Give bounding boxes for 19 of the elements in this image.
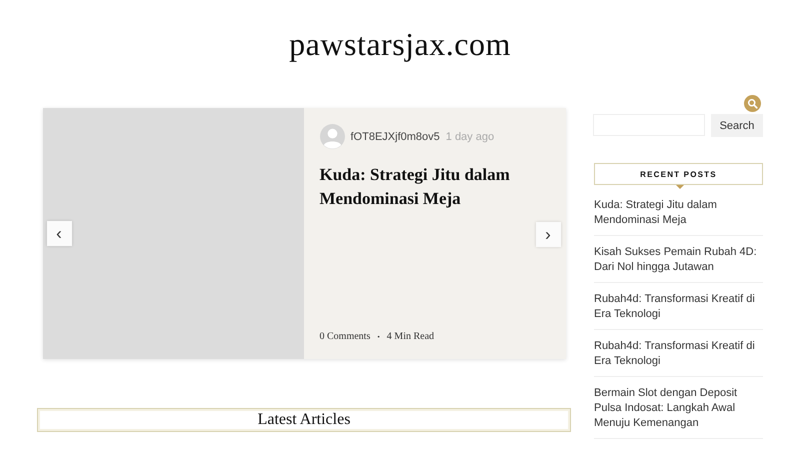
site-title[interactable]: pawstarsjax.com bbox=[289, 26, 511, 78]
search-icon[interactable] bbox=[744, 95, 761, 112]
recent-post-link[interactable]: Kisah Sukses Pemain Rubah 4D: Dari Nol hingga Jutawan bbox=[594, 245, 763, 275]
recent-post-link[interactable]: Rubah4d: Transformasi Kreatif di Era Teknologi bbox=[594, 339, 763, 369]
post-time: 1 day ago bbox=[446, 130, 494, 142]
pointer-icon bbox=[676, 185, 684, 189]
comments-link[interactable]: 0 Comments bbox=[320, 331, 370, 342]
recent-post-link[interactable]: Bermain Slot dengan Deposit Pulsa Indosat: Langkah Awal Menuju Kemenangan bbox=[594, 386, 763, 431]
recent-post-link[interactable]: Kuda: Strategi Jitu dalam Mendominasi Meja bbox=[594, 198, 763, 228]
recent-post-link[interactable]: Rubah4d: Transformasi Kreatif di Era Teknologi bbox=[594, 292, 763, 322]
author-link[interactable]: fOT8EJXjf0m8ov5 bbox=[350, 130, 440, 142]
search-button[interactable]: Search bbox=[711, 114, 763, 137]
post-title[interactable]: Kuda: Strategi Jitu dalam Mendominasi Meja bbox=[320, 163, 530, 211]
previous-button[interactable]: ‹ bbox=[46, 221, 72, 246]
read-time: 4 Min Read bbox=[386, 331, 434, 342]
avatar-icon bbox=[320, 124, 344, 149]
widget-title: RECENT POSTS bbox=[640, 170, 717, 178]
section-title: Latest Articles bbox=[258, 411, 350, 429]
next-button[interactable]: › bbox=[536, 222, 560, 247]
